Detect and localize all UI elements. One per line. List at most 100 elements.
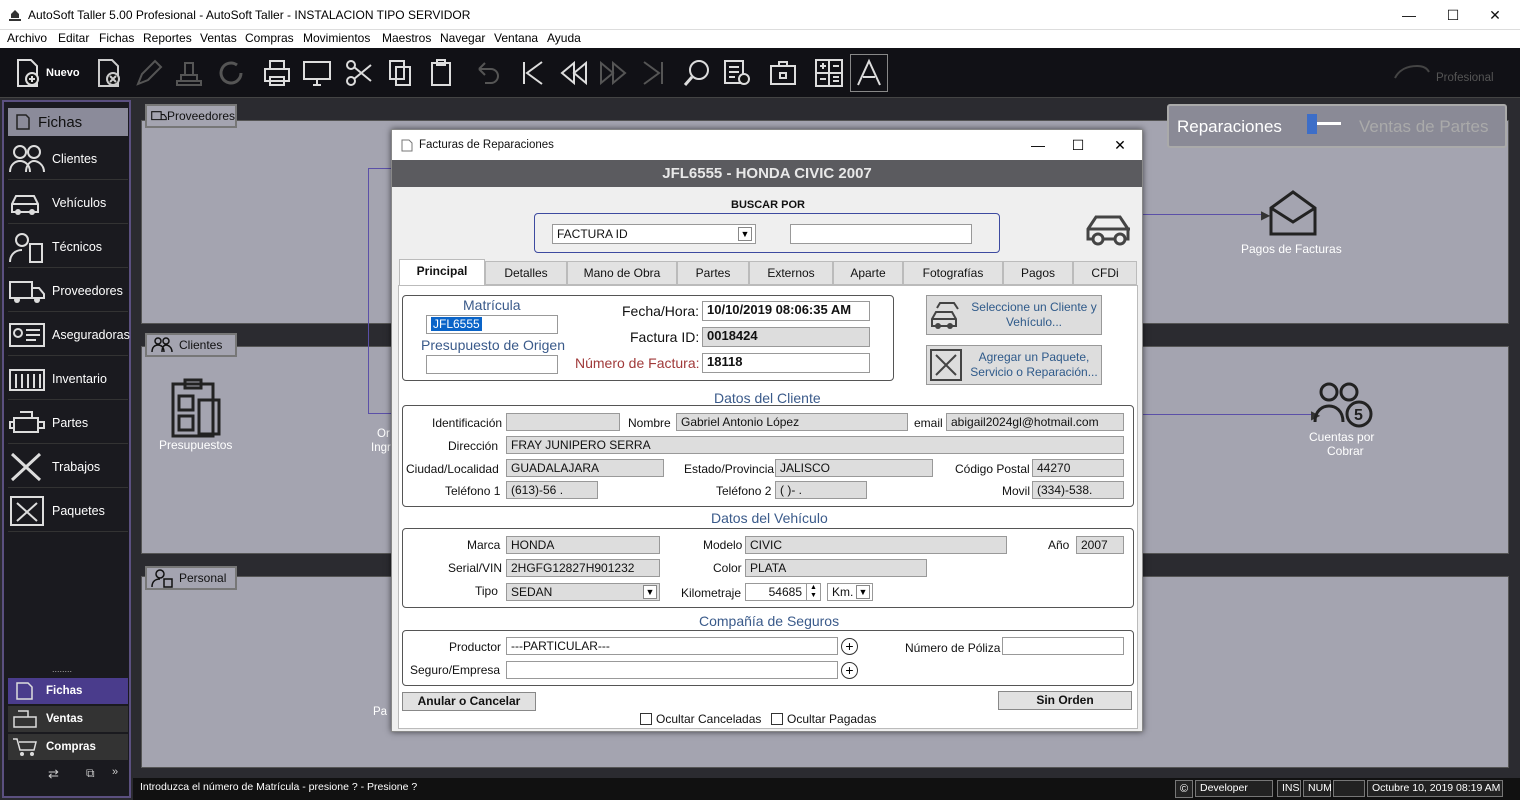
mode-switch[interactable]: Reparaciones Ventas de Partes [1167, 104, 1507, 148]
menu-fichas[interactable]: Fichas [99, 31, 134, 45]
seguro-input[interactable] [506, 661, 838, 679]
sidebar-item-clientes[interactable]: Clientes [8, 138, 128, 180]
anular-button[interactable]: Anular o Cancelar [402, 692, 536, 711]
sidebar-item-aseguradoras[interactable]: Aseguradoras [8, 314, 130, 356]
windows-icon[interactable]: ⧉ [86, 766, 95, 781]
ocultar-pagadas-checkbox[interactable] [771, 713, 783, 725]
sidebar-item-paquetes[interactable]: Paquetes [8, 490, 128, 532]
undo-button[interactable] [468, 54, 506, 92]
nombre-input[interactable]: Gabriel Antonio López [676, 413, 908, 431]
fecha-input[interactable]: 10/10/2019 08:06:35 AM [702, 301, 870, 321]
movil-input[interactable]: (334)-538. [1032, 481, 1124, 499]
menu-compras[interactable]: Compras [245, 31, 294, 45]
tel1-input[interactable]: (613)-56 . [506, 481, 598, 499]
search-button[interactable] [678, 54, 716, 92]
sidebar-item-vehiculos[interactable]: Vehículos [8, 182, 128, 224]
pagos-shortcut[interactable]: Pagos de Facturas [1233, 190, 1353, 260]
print-button[interactable] [258, 54, 296, 92]
estado-input[interactable]: JALISCO [775, 459, 933, 477]
minimize-button[interactable]: — [1386, 4, 1432, 26]
serial-input[interactable]: 2HGFG12827H901232 [506, 559, 660, 577]
sidebar-item-trabajos[interactable]: Trabajos [8, 446, 128, 488]
delete-doc-button[interactable] [90, 54, 128, 92]
close-button[interactable]: ✕ [1472, 4, 1518, 26]
sidebar-splitter[interactable]: ........ [52, 664, 72, 674]
lock-button[interactable] [764, 54, 802, 92]
prev-record-button[interactable] [555, 54, 593, 92]
menu-ventana[interactable]: Ventana [494, 31, 538, 45]
buscar-select[interactable]: FACTURA ID [552, 224, 756, 244]
switch-knob[interactable] [1307, 114, 1317, 134]
ciudad-input[interactable]: GUADALAJARA [506, 459, 664, 477]
tab-principal[interactable]: Principal [399, 259, 485, 285]
tel2-input[interactable]: ( )- . [775, 481, 867, 499]
poliza-input[interactable] [1002, 637, 1124, 655]
dialog-minimize-button[interactable]: — [1016, 132, 1060, 158]
chevron-down-icon[interactable]: ▼ [856, 585, 870, 599]
presupuestos-shortcut[interactable]: Presupuestos [159, 378, 232, 458]
cut-button[interactable] [340, 54, 378, 92]
tipo-select[interactable]: SEDAN [506, 583, 660, 601]
tab-mano-de-obra[interactable]: Mano de Obra [567, 261, 677, 285]
stamp-button[interactable] [170, 54, 208, 92]
cuentas-shortcut[interactable]: 5 Cuentas por Cobrar [1293, 382, 1393, 458]
next-record-button[interactable] [594, 54, 632, 92]
sidebar-item-partes[interactable]: Partes [8, 402, 128, 444]
color-input[interactable]: PLATA [745, 559, 927, 577]
email-input[interactable]: abigail2024gl@hotmail.com [946, 413, 1124, 431]
mode-reparaciones[interactable]: Reparaciones [1177, 117, 1282, 137]
tab-aparte[interactable]: Aparte [833, 261, 903, 285]
add-productor-icon[interactable]: + [841, 638, 858, 655]
sin-orden-button[interactable]: Sin Orden [998, 691, 1132, 710]
tab-pagos[interactable]: Pagos [1003, 261, 1073, 285]
menu-ventas[interactable]: Ventas [200, 31, 237, 45]
preview-button[interactable] [298, 54, 336, 92]
font-button[interactable] [850, 54, 888, 92]
modelo-input[interactable]: CIVIC [745, 536, 1007, 554]
copy-button[interactable] [382, 54, 420, 92]
add-package-button[interactable]: Agregar un Paquete, Servicio o Reparación… [926, 345, 1102, 385]
maximize-button[interactable]: ☐ [1430, 4, 1476, 26]
bottom-tab-compras[interactable]: Compras [8, 734, 128, 760]
tab-cfdi[interactable]: CFDi [1073, 261, 1137, 285]
matricula-input[interactable]: JFL6555 [426, 315, 558, 334]
last-record-button[interactable] [634, 54, 672, 92]
bottom-tab-ventas[interactable]: Ventas [8, 706, 128, 732]
menu-navegar[interactable]: Navegar [440, 31, 485, 45]
paste-button[interactable] [422, 54, 460, 92]
tab-fotografias[interactable]: Fotografías [903, 261, 1003, 285]
buscar-input[interactable] [790, 224, 972, 244]
swap-icon[interactable]: ⇄ [48, 766, 59, 782]
search-list-button[interactable] [718, 54, 756, 92]
edit-button[interactable] [130, 54, 168, 92]
chevron-down-icon[interactable]: ▼ [643, 585, 657, 599]
numero-factura-input[interactable]: 18118 [702, 353, 870, 373]
expand-icon[interactable]: » [112, 766, 118, 778]
km-spinner-icon[interactable]: ▲ ▼ [806, 584, 820, 600]
productor-input[interactable]: ---PARTICULAR--- [506, 637, 838, 655]
tab-externos[interactable]: Externos [749, 261, 833, 285]
select-client-button[interactable]: Seleccione un Cliente y Vehículo... [926, 295, 1102, 335]
menu-maestros[interactable]: Maestros [382, 31, 431, 45]
presupuesto-input[interactable] [426, 355, 558, 374]
ocultar-canceladas-checkbox[interactable] [640, 713, 652, 725]
chevron-down-icon[interactable]: ▼ [738, 227, 752, 241]
sidebar-item-tecnicos[interactable]: Técnicos [8, 226, 128, 268]
new-button[interactable]: Nuevo [12, 54, 90, 92]
first-record-button[interactable] [514, 54, 552, 92]
tab-partes[interactable]: Partes [677, 261, 749, 285]
cp-input[interactable]: 44270 [1032, 459, 1124, 477]
refresh-button[interactable] [212, 54, 250, 92]
menu-editar[interactable]: Editar [58, 31, 89, 45]
tab-detalles[interactable]: Detalles [485, 261, 567, 285]
id-input[interactable] [506, 413, 620, 431]
sidebar-item-inventario[interactable]: Inventario [8, 358, 128, 400]
menu-ayuda[interactable]: Ayuda [547, 31, 581, 45]
calculator-button[interactable] [810, 54, 848, 92]
add-seguro-icon[interactable]: + [841, 662, 858, 679]
menu-reportes[interactable]: Reportes [143, 31, 192, 45]
sidebar-item-proveedores[interactable]: Proveedores [8, 270, 128, 312]
direccion-input[interactable]: FRAY JUNIPERO SERRA [506, 436, 1124, 454]
mode-ventas-partes[interactable]: Ventas de Partes [1359, 117, 1488, 137]
dialog-close-button[interactable]: ✕ [1098, 132, 1142, 158]
